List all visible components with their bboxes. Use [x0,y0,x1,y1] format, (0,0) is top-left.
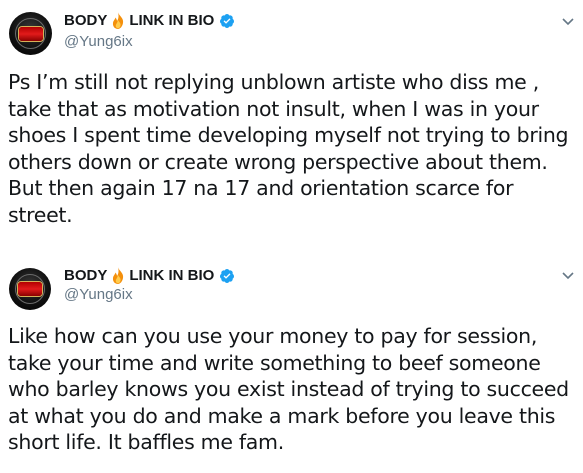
author-handle[interactable]: @Yung6ix [64,286,133,303]
tweet-text: Ps I’m still not replying unblown artist… [8,70,569,227]
chevron-down-icon[interactable] [562,272,574,280]
verified-badge-icon [220,13,235,28]
tweet-text: Like how can you use your money to pay f… [8,324,569,454]
avatar[interactable] [9,12,52,55]
avatar[interactable] [9,268,51,310]
avatar-emblem [18,26,43,41]
tweet-1: BODY LINK IN BIO @Yung6ix Ps I’m still n… [0,0,583,258]
display-name-part-2: LINK IN BIO [129,267,215,284]
author-handle[interactable]: @Yung6ix [64,33,133,50]
fire-icon [113,267,124,284]
display-name-part-2: LINK IN BIO [129,12,215,29]
avatar-emblem [18,282,42,296]
display-name-part-1: BODY [64,267,108,284]
author-name-row[interactable]: BODY LINK IN BIO [64,12,235,29]
author-name-row[interactable]: BODY LINK IN BIO [64,267,235,284]
chevron-down-icon[interactable] [562,18,574,26]
display-name-part-1: BODY [64,12,108,29]
tweet-2: BODY LINK IN BIO @Yung6ix Like how can y… [0,258,583,473]
fire-icon [113,12,124,29]
verified-badge-icon [220,268,235,283]
